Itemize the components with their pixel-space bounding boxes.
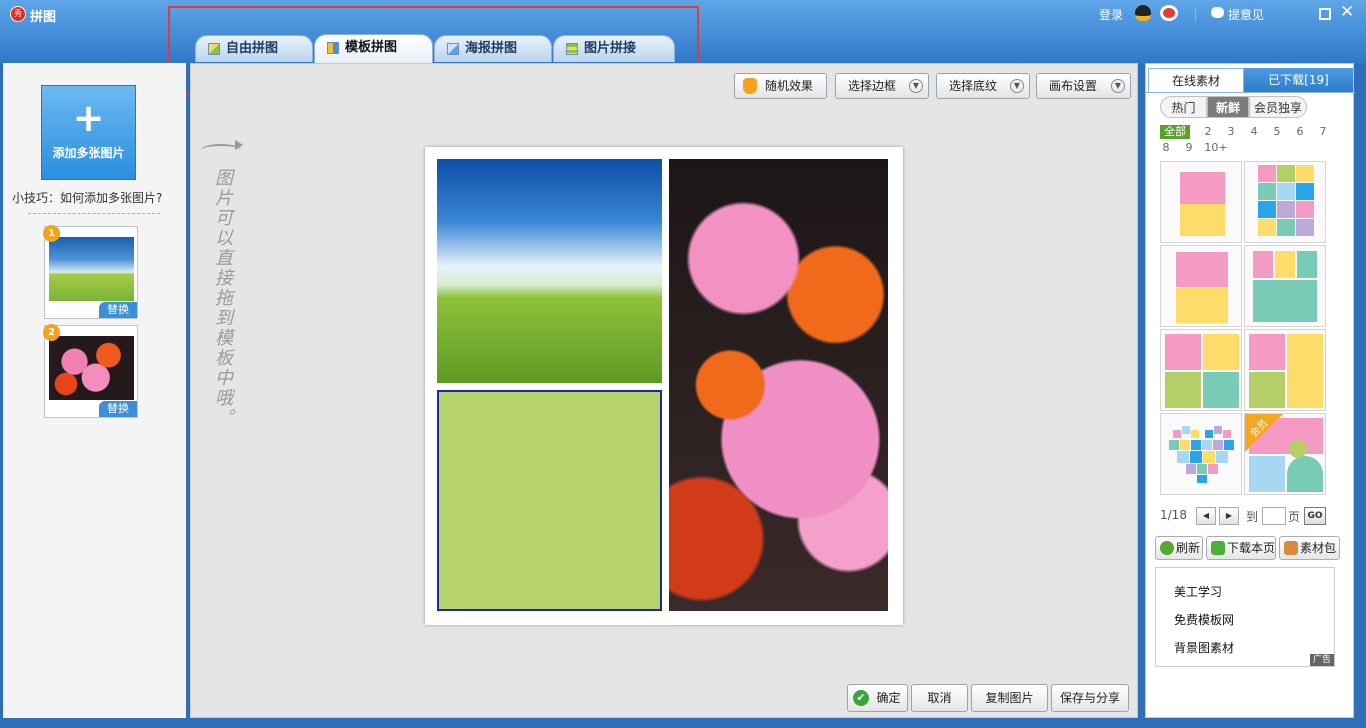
- page-number-input[interactable]: [1262, 507, 1286, 525]
- cancel-button[interactable]: 取消: [911, 684, 968, 712]
- count-filter[interactable]: 9: [1183, 141, 1195, 155]
- go-button[interactable]: GO: [1304, 507, 1326, 525]
- tab-online-material[interactable]: 在线素材: [1148, 68, 1244, 92]
- template-tile[interactable]: [1160, 329, 1242, 411]
- count-filter[interactable]: 5: [1271, 125, 1283, 139]
- tip-link[interactable]: 小技巧：如何添加多张图片?: [12, 189, 162, 206]
- plus-icon: +: [72, 96, 105, 140]
- count-filter[interactable]: 全部: [1160, 125, 1190, 139]
- title-divider: [1195, 7, 1196, 21]
- select-texture-label: 选择底纹: [949, 79, 998, 93]
- flower-image: [49, 336, 134, 400]
- check-icon: ✔: [853, 690, 869, 706]
- hint-arrow-icon: [201, 140, 243, 156]
- app-logo-icon: 秀: [10, 6, 26, 22]
- random-effect-label: 随机效果: [765, 79, 814, 93]
- right-panel: 在线素材 已下载[19] 热门 新鲜 会员独享 全部 2 3 4 5 6 7 8…: [1145, 63, 1355, 718]
- count-filter[interactable]: 7: [1317, 125, 1329, 139]
- next-page-button[interactable]: ▶: [1219, 507, 1239, 525]
- add-images-label: 添加多张图片: [52, 146, 125, 160]
- material-pack-button[interactable]: 素材包: [1279, 536, 1340, 560]
- refresh-label: 刷新: [1176, 541, 1201, 555]
- count-filter[interactable]: 2: [1202, 125, 1214, 139]
- weibo-icon[interactable]: [1160, 5, 1178, 21]
- close-window-icon[interactable]: ✕: [1340, 2, 1354, 22]
- template-cell-flower-image[interactable]: [669, 159, 888, 611]
- template-tile-member[interactable]: 会员: [1244, 413, 1326, 495]
- count-filter[interactable]: 10+: [1204, 141, 1228, 155]
- goto-label: 到: [1246, 510, 1259, 524]
- refresh-button[interactable]: 刷新: [1155, 536, 1203, 560]
- feedback-link[interactable]: 提意见: [1228, 6, 1264, 23]
- dashed-divider: [28, 213, 160, 214]
- template-tile[interactable]: [1244, 161, 1326, 243]
- chevron-down-icon: ▼: [1010, 79, 1024, 93]
- login-link[interactable]: 登录: [1099, 6, 1123, 23]
- count-filter[interactable]: 3: [1225, 125, 1237, 139]
- tab-downloaded[interactable]: 已下载[19]: [1244, 68, 1353, 92]
- canvas-settings-label: 画布设置: [1049, 79, 1098, 93]
- save-share-button[interactable]: 保存与分享: [1051, 684, 1129, 712]
- package-icon: [1284, 541, 1298, 555]
- filter-member-only[interactable]: 会员独享: [1249, 96, 1307, 118]
- ad-mark: 广告: [1309, 654, 1334, 666]
- template-tile[interactable]: [1160, 161, 1242, 243]
- count-filter[interactable]: 6: [1294, 125, 1306, 139]
- select-border-label: 选择边框: [848, 79, 897, 93]
- thumbnail-number: 1: [43, 225, 60, 242]
- download-page-label: 下载本页: [1227, 541, 1276, 555]
- template-tile[interactable]: [1244, 245, 1326, 327]
- page-indicator: 1/18: [1160, 508, 1187, 522]
- restore-window-icon[interactable]: [1319, 8, 1331, 20]
- left-panel: + 添加多张图片 小技巧：如何添加多张图片? 1 替换 2 替换: [3, 63, 186, 718]
- ad-link[interactable]: 美工学习: [1174, 583, 1222, 600]
- feedback-icon[interactable]: [1211, 7, 1224, 18]
- ad-link[interactable]: 免费模板网: [1174, 611, 1234, 628]
- confirm-button[interactable]: ✔ 确定: [847, 684, 908, 712]
- count-filter[interactable]: 8: [1160, 141, 1172, 155]
- count-filter[interactable]: 4: [1248, 125, 1260, 139]
- template-tile[interactable]: [1160, 413, 1242, 495]
- chevron-down-icon: ▼: [1111, 79, 1125, 93]
- filter-new[interactable]: 新鲜: [1207, 96, 1249, 118]
- ad-link[interactable]: 背景图素材: [1174, 639, 1234, 656]
- select-border-button[interactable]: 选择边框 ▼: [835, 73, 929, 99]
- ad-box[interactable]: 美工学习 免费模板网 背景图素材 广告: [1155, 567, 1335, 667]
- canvas-settings-button[interactable]: 画布设置 ▼: [1036, 73, 1131, 99]
- page-unit-label: 页: [1288, 510, 1301, 524]
- replace-button[interactable]: 替换: [99, 302, 137, 318]
- add-images-button[interactable]: + 添加多张图片: [41, 85, 136, 180]
- drag-hint-text: 图片可以直接拖到模板中哦。: [212, 168, 233, 428]
- random-effect-button[interactable]: 随机效果: [734, 73, 827, 99]
- chevron-down-icon: ▼: [909, 79, 923, 93]
- download-icon: [1211, 541, 1225, 555]
- qq-icon[interactable]: [1135, 5, 1151, 21]
- refresh-icon: [1160, 541, 1174, 555]
- prev-page-button[interactable]: ◀: [1196, 507, 1216, 525]
- template-tile[interactable]: [1160, 245, 1242, 327]
- canvas-area: 随机效果 选择边框 ▼ 选择底纹 ▼ 画布设置 ▼ 图片可以直接拖到模板中哦。 …: [190, 63, 1138, 718]
- copy-image-button[interactable]: 复制图片: [971, 684, 1048, 712]
- hand-pointer-icon: [743, 78, 757, 94]
- download-page-button[interactable]: 下载本页: [1206, 536, 1276, 560]
- template-tile[interactable]: [1244, 329, 1326, 411]
- confirm-label: 确定: [876, 691, 901, 705]
- collage-canvas: [425, 147, 903, 625]
- filter-hot[interactable]: 热门: [1160, 96, 1207, 118]
- select-texture-button[interactable]: 选择底纹 ▼: [936, 73, 1030, 99]
- image-thumbnail[interactable]: 2 替换: [43, 324, 138, 418]
- replace-button[interactable]: 替换: [99, 401, 137, 417]
- template-cell-field-image[interactable]: [437, 159, 662, 383]
- material-pack-label: 素材包: [1300, 541, 1337, 555]
- field-image: [49, 237, 134, 301]
- app-title: 拼图: [30, 10, 57, 25]
- template-cell-empty-selected[interactable]: [437, 390, 662, 611]
- thumbnail-number: 2: [43, 324, 60, 341]
- image-thumbnail[interactable]: 1 替换: [43, 225, 138, 319]
- tab-divider: [1146, 92, 1355, 93]
